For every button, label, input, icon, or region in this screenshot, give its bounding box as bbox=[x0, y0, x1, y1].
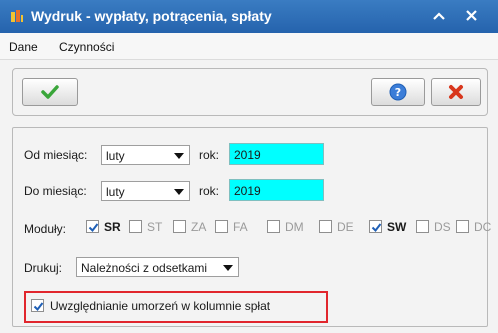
module-checkbox-dm[interactable] bbox=[267, 220, 280, 233]
module-checkbox-dc[interactable] bbox=[456, 220, 469, 233]
close-icon bbox=[465, 10, 477, 21]
chevron-down-icon bbox=[223, 265, 233, 271]
module-label-dm: DM bbox=[285, 220, 304, 234]
chevron-down-icon bbox=[174, 153, 184, 159]
checkmark-icon bbox=[33, 302, 44, 312]
module-checkbox-st[interactable] bbox=[129, 220, 142, 233]
module-label-st: ST bbox=[147, 220, 163, 234]
from-year-label: rok: bbox=[199, 148, 220, 162]
module-checkbox-sw[interactable] bbox=[369, 220, 382, 233]
cross-icon bbox=[449, 85, 463, 99]
menu-czynnosci[interactable]: Czynności bbox=[59, 40, 114, 54]
menu-bar: Dane Czynności bbox=[0, 33, 498, 60]
checkmark-icon bbox=[88, 223, 99, 233]
module-label-dc: DC bbox=[474, 220, 492, 234]
app-icon bbox=[11, 10, 23, 22]
module-checkbox-sr[interactable] bbox=[86, 220, 99, 233]
svg-text:?: ? bbox=[395, 86, 401, 99]
from-month-label: Od miesiąc: bbox=[24, 148, 88, 162]
include-writeoffs-label[interactable]: Uwzględnianie umorzeń w kolumnie spłat bbox=[50, 299, 270, 313]
module-label-sw: SW bbox=[387, 220, 407, 234]
to-month-label: Do miesiąc: bbox=[24, 184, 87, 198]
print-label: Drukuj: bbox=[24, 261, 63, 275]
module-label-za: ZA bbox=[191, 220, 207, 234]
include-writeoffs-checkbox[interactable] bbox=[31, 299, 44, 312]
module-label-de: DE bbox=[337, 220, 354, 234]
menu-dane[interactable]: Dane bbox=[9, 40, 38, 54]
cancel-button[interactable] bbox=[431, 78, 481, 106]
close-button[interactable] bbox=[460, 6, 482, 26]
to-year-label: rok: bbox=[199, 184, 220, 198]
window-title: Wydruk - wypłaty, potrącenia, spłaty bbox=[31, 8, 272, 24]
title-bar: Wydruk - wypłaty, potrącenia, spłaty bbox=[0, 0, 498, 33]
ok-button[interactable] bbox=[22, 78, 78, 106]
print-select[interactable]: Należności z odsetkami bbox=[76, 257, 239, 277]
modules-label: Moduły: bbox=[24, 222, 67, 236]
module-checkbox-ds[interactable] bbox=[416, 220, 429, 233]
checkmark-icon bbox=[371, 223, 382, 233]
toolbar-panel: ? bbox=[12, 68, 488, 116]
collapse-button[interactable] bbox=[428, 6, 450, 26]
module-checkbox-de[interactable] bbox=[319, 220, 332, 233]
checkmark-icon bbox=[41, 85, 59, 99]
to-month-select[interactable]: luty bbox=[101, 181, 190, 201]
from-month-select[interactable]: luty bbox=[101, 145, 190, 165]
help-icon: ? bbox=[389, 83, 407, 101]
help-button[interactable]: ? bbox=[371, 78, 425, 106]
module-label-sr: SR bbox=[104, 220, 121, 234]
module-label-fa: FA bbox=[233, 220, 248, 234]
chevron-down-icon bbox=[174, 189, 184, 195]
chevron-up-icon bbox=[433, 12, 445, 20]
module-label-ds: DS bbox=[434, 220, 451, 234]
to-year-input[interactable]: 2019 bbox=[229, 179, 324, 201]
from-year-input[interactable]: 2019 bbox=[229, 143, 324, 165]
module-checkbox-za[interactable] bbox=[173, 220, 186, 233]
module-checkbox-fa[interactable] bbox=[215, 220, 228, 233]
